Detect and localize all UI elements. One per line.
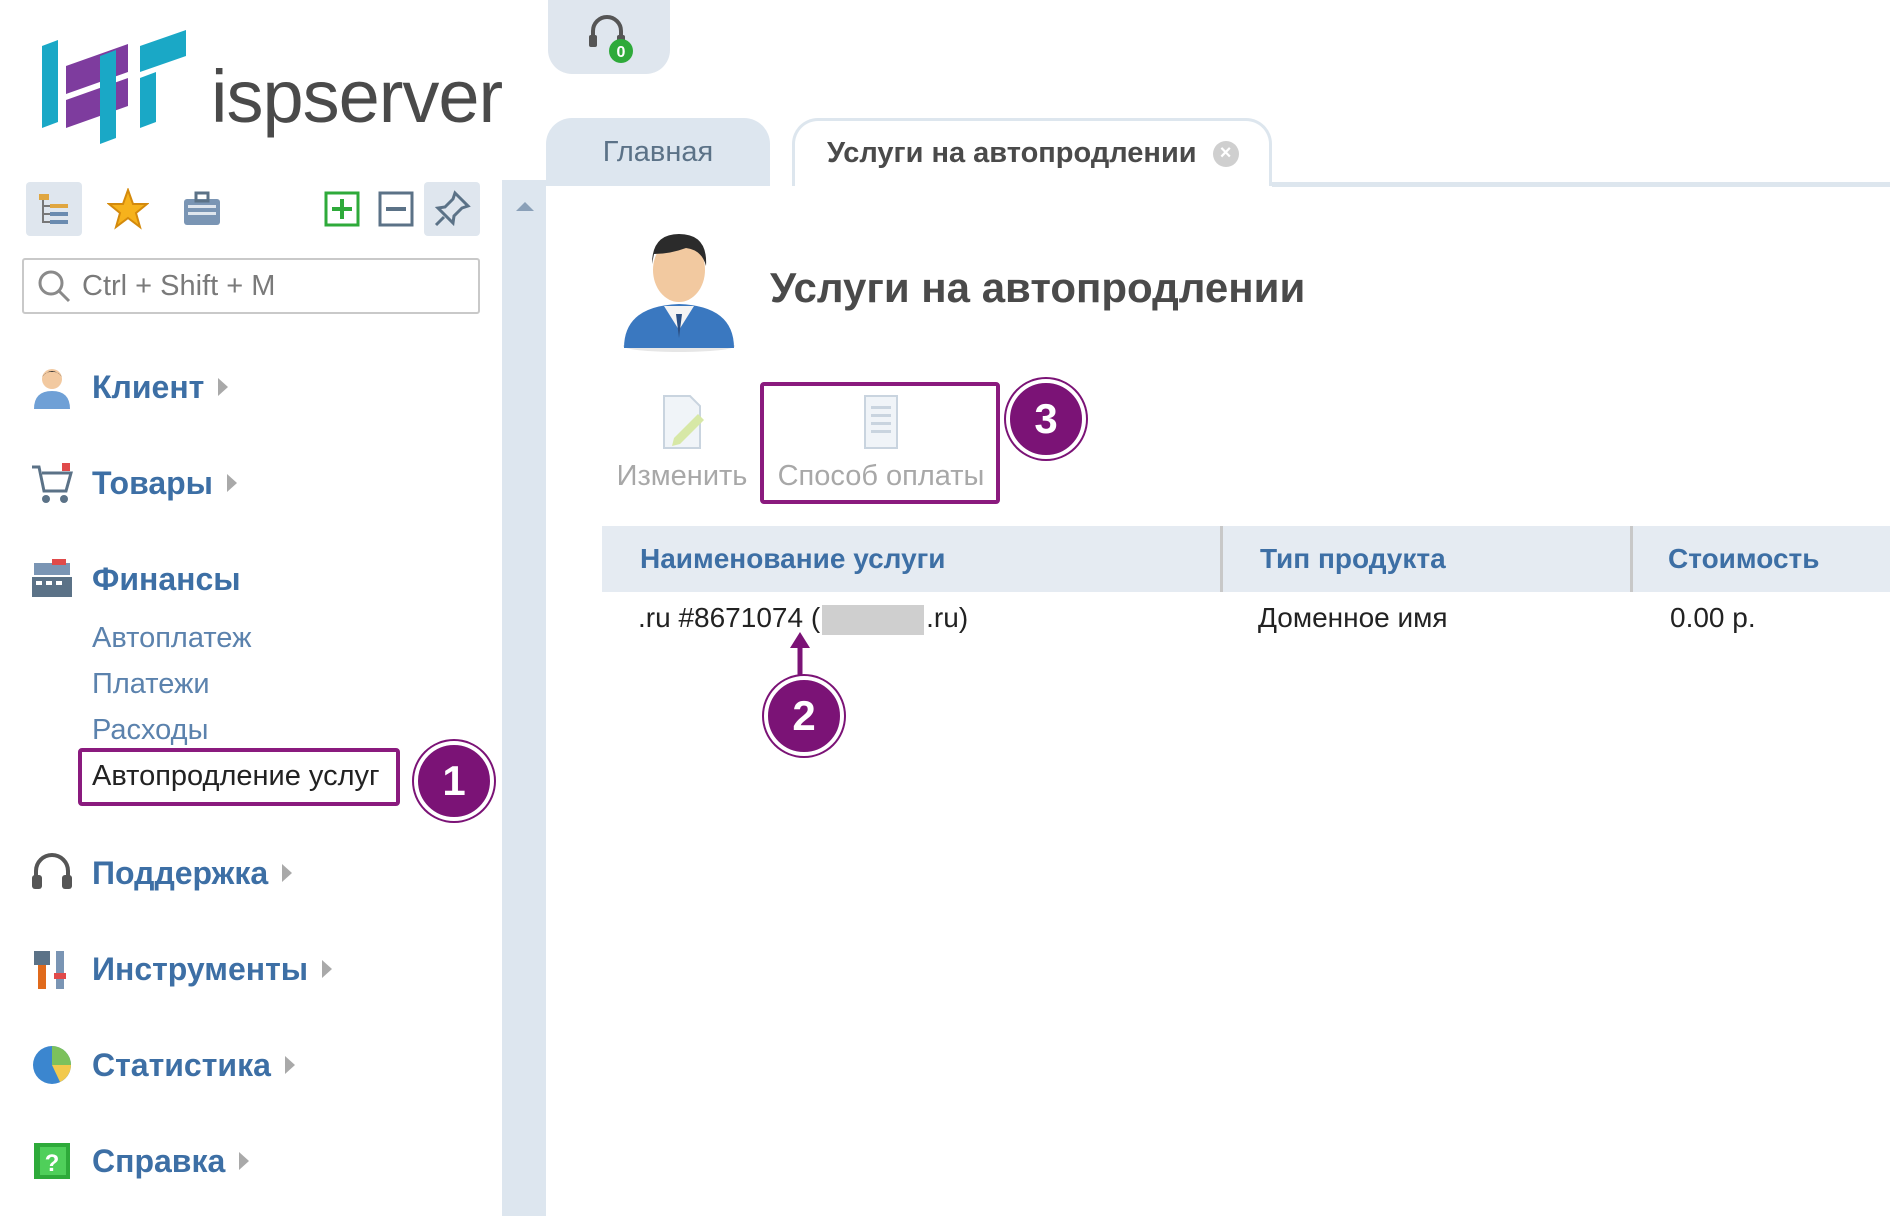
cart-icon [32,463,73,503]
star-icon [107,188,149,230]
support-button[interactable]: 0 [548,0,670,74]
client-icon [34,369,70,409]
service-name-suffix: .ru) [926,602,969,633]
edit-action-button[interactable]: Изменить [614,392,750,493]
logo-text: ispserver [211,55,503,138]
menu-finance[interactable]: Финансы [30,554,241,604]
chevron-right-icon [218,378,229,396]
expand-all-button[interactable] [318,182,366,236]
register-icon [32,559,72,597]
cell-cost: 0.00 р. [1670,602,1756,633]
chevron-right-icon [284,1056,295,1074]
annotation-box-3 [760,382,1000,504]
menu-help-label: Справка [92,1142,226,1179]
logo-mark-icon [42,30,186,144]
column-product-type[interactable]: Тип продукта [1260,526,1446,592]
favorites-button[interactable] [100,182,156,236]
service-name-prefix: .ru #8671074 ( [638,602,821,633]
search-icon [38,270,71,303]
menu-search-input[interactable]: Ctrl + Shift + M [22,258,480,314]
plus-icon [324,191,360,227]
submenu-autopayment[interactable]: Автоплатеж [92,622,251,655]
tab-autorenewal-label: Услуги на автопродлении [827,137,1197,169]
annotation-box-1 [78,748,400,806]
clipboard-icon [184,191,220,225]
column-divider[interactable] [1630,526,1633,592]
chevron-right-icon [227,474,237,492]
page-title: Услуги на автопродлении [770,264,1306,311]
pin-menu-button[interactable] [424,182,480,236]
edit-action-label: Изменить [616,460,748,492]
menu-statistics-label: Статистика [92,1046,271,1083]
menu-tools[interactable]: Инструменты [30,944,333,994]
headset-icon: 0 [589,15,633,63]
tree-icon [39,194,68,224]
menu-finance-label: Финансы [92,560,241,597]
menu-support-label: Поддержка [92,854,269,891]
help-icon: ? [34,1143,70,1179]
column-cost[interactable]: Стоимость [1668,526,1819,592]
sidebar-scrollbar[interactable] [502,180,546,1216]
headset-icon [32,853,72,889]
annotation-badge-1: 1 [414,741,494,821]
menu-products-label: Товары [92,464,213,501]
tools-icon [34,951,66,989]
tab-home-label: Главная [602,135,714,168]
menu-client[interactable]: Клиент [30,362,229,412]
pin-icon [434,190,471,227]
menu-products[interactable]: Товары [30,458,237,508]
chevron-right-icon [239,1152,250,1170]
edit-icon [663,395,704,449]
column-divider[interactable] [1220,526,1223,592]
column-service-name[interactable]: Наименование услуги [640,526,946,592]
ispserver-logo[interactable]: ispserver [36,26,516,156]
redacted-domain [822,604,925,635]
clipboard-button[interactable] [174,182,230,236]
menu-client-label: Клиент [92,368,205,405]
submenu-payments[interactable]: Платежи [92,668,210,701]
tab-strip-line [1272,182,1890,187]
tab-home[interactable]: Главная [546,118,770,186]
minus-icon [378,191,414,227]
tab-autorenewal[interactable]: Услуги на автопродлении × [792,118,1272,186]
support-count: 0 [617,44,626,61]
scroll-up-icon[interactable] [516,202,534,211]
search-placeholder: Ctrl + Shift + M [82,269,276,302]
annotation-badge-3: 3 [1006,379,1086,459]
cell-product-type: Доменное имя [1258,602,1448,633]
menu-tools-label: Инструменты [92,950,309,987]
svg-text:?: ? [45,1150,60,1177]
chevron-right-icon [322,960,333,978]
annotation-badge-2: 2 [764,676,844,756]
submenu-expenses[interactable]: Расходы [92,714,208,747]
menu-help[interactable]: ? Справка [30,1136,250,1186]
close-tab-icon[interactable]: × [1212,140,1239,167]
collapse-all-button[interactable] [372,182,420,236]
chevron-right-icon [282,864,293,882]
menu-support[interactable]: Поддержка [30,848,293,898]
tree-view-button[interactable] [26,182,82,236]
user-avatar-icon [623,234,735,352]
pie-icon [33,1046,71,1084]
menu-statistics[interactable]: Статистика [30,1040,295,1090]
table-header: Наименование услуги Тип продукта Стоимос… [602,526,1890,592]
